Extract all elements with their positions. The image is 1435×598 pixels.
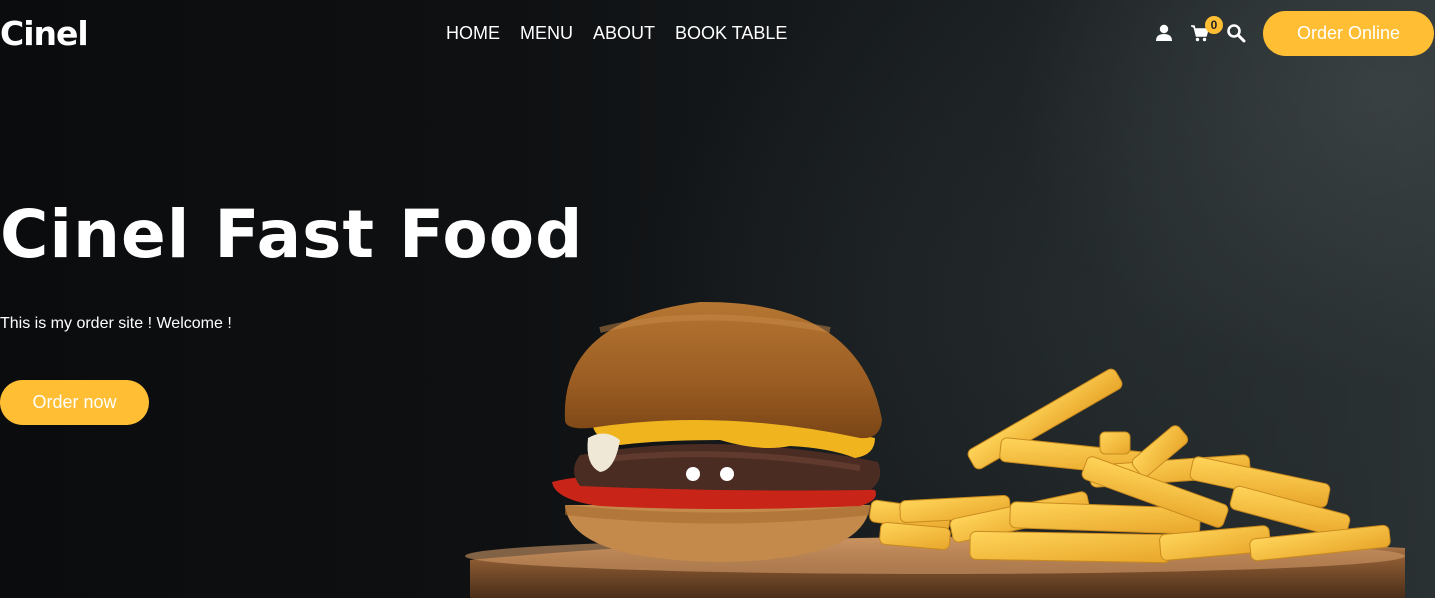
brand-logo[interactable]: Cinel [0,14,89,54]
cart-count-badge: 0 [1205,16,1223,34]
nav-item-about[interactable]: ABOUT [593,22,655,44]
main-nav: HOME MENU ABOUT BOOK TABLE [446,22,787,44]
carousel-dot-2[interactable] [720,467,734,481]
burger-and-fries-image [465,301,1405,598]
hero-subtitle: This is my order site ! Welcome ! [0,315,232,332]
search-icon[interactable] [1226,23,1246,43]
hero-title: Cinel Fast Food [0,196,584,273]
user-icon[interactable] [1154,23,1174,43]
order-online-button[interactable]: Order Online [1263,11,1434,56]
order-now-button[interactable]: Order now [0,380,149,425]
nav-item-book-table[interactable]: BOOK TABLE [675,22,787,44]
nav-item-menu[interactable]: MENU [520,22,573,44]
carousel-dot-1[interactable] [686,467,700,481]
carousel-indicators [686,467,734,481]
nav-item-home[interactable]: HOME [446,22,500,44]
